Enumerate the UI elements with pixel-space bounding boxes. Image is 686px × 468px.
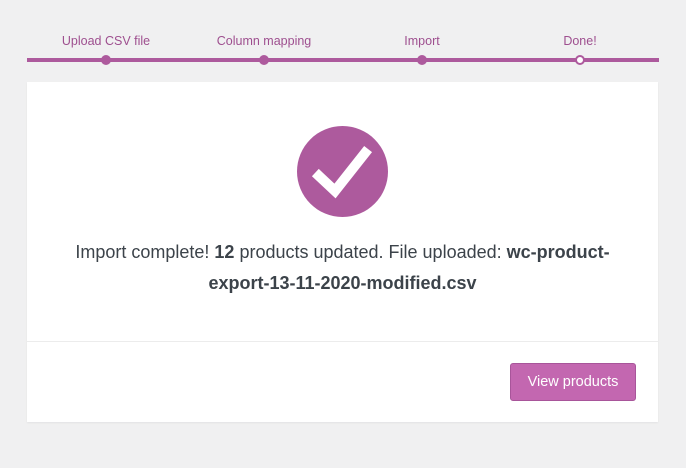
step-label: Column mapping: [216, 34, 312, 48]
step-dot-icon: [417, 55, 427, 65]
import-progress-steps: Upload CSV file Column mapping Import Do…: [27, 0, 659, 80]
checkmark-icon: [297, 126, 388, 217]
view-products-button[interactable]: View products: [510, 363, 636, 401]
step-dot-active-icon: [575, 55, 585, 65]
step-dot-icon: [259, 55, 269, 65]
step-label: Done!: [563, 34, 597, 48]
message-text: products updated. File uploaded:: [234, 242, 507, 262]
card-divider: [27, 341, 658, 342]
import-complete-message: Import complete! 12 products updated. Fi…: [47, 237, 638, 299]
import-result-card: Import complete! 12 products updated. Fi…: [27, 82, 658, 422]
updated-count: 12: [214, 242, 235, 262]
step-label: Upload CSV file: [61, 34, 151, 48]
step-label: Import: [404, 34, 440, 48]
step-dot-icon: [101, 55, 111, 65]
message-text: Import complete!: [75, 242, 215, 262]
